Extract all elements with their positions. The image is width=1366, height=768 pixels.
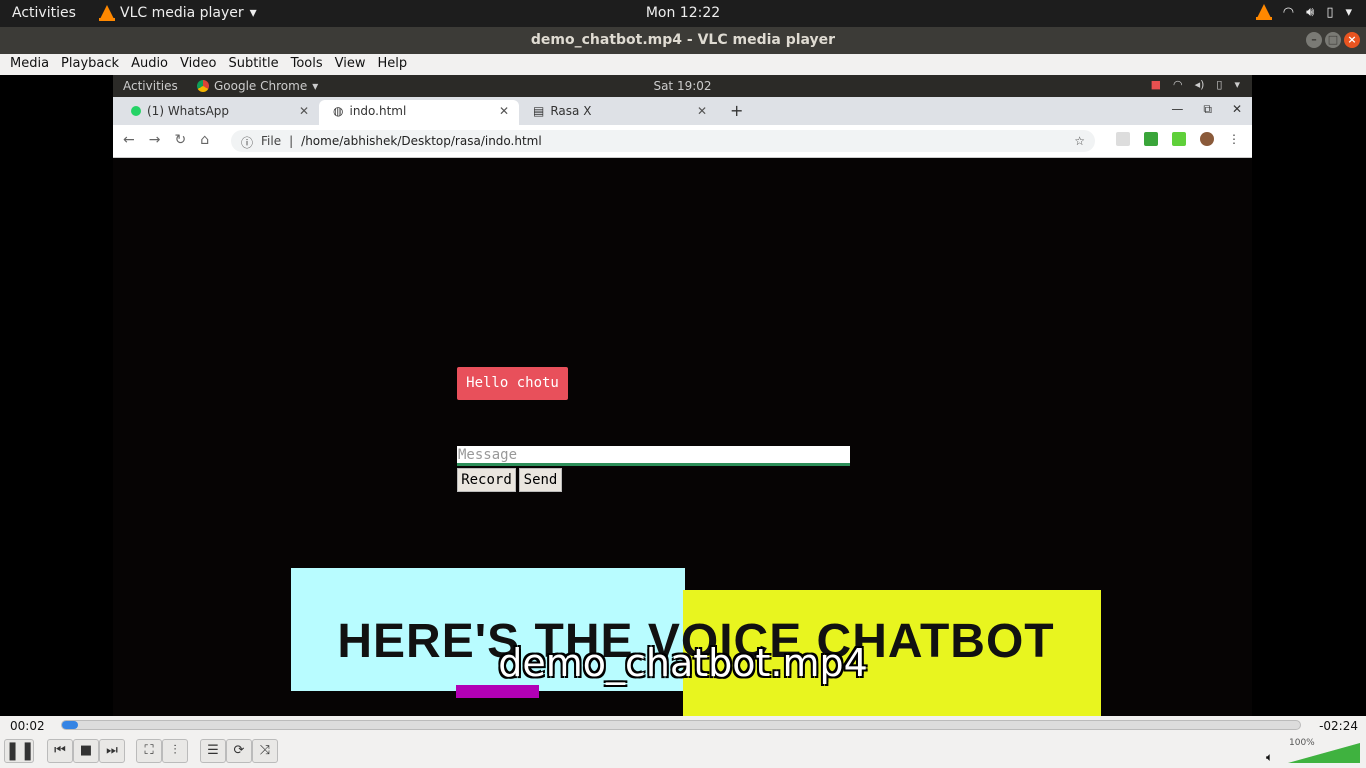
reload-icon: ↻ xyxy=(174,132,187,148)
close-icon: ✕ xyxy=(298,104,309,118)
extension-icon xyxy=(1116,132,1130,146)
home-icon: ⌂ xyxy=(200,132,210,148)
fullscreen-icon[interactable]: ⛶ xyxy=(136,739,162,763)
menu-subtitle[interactable]: Subtitle xyxy=(222,54,284,75)
close-icon: ✕ xyxy=(498,104,509,118)
close-icon[interactable]: × xyxy=(1344,32,1360,48)
video-area[interactable]: Activities Google Chrome ▾ Sat 19:02 ■ ◠… xyxy=(0,75,1366,716)
camera-icon: ■ xyxy=(1150,78,1161,91)
tab-indo: ◍ indo.html ✕ xyxy=(319,100,519,125)
app-menu[interactable]: VLC media player ▾ xyxy=(99,5,257,21)
menu-playback[interactable]: Playback xyxy=(55,54,125,75)
menu-tools[interactable]: Tools xyxy=(285,54,329,75)
extended-settings-icon[interactable]: ⫶ xyxy=(162,739,188,763)
volume-slider[interactable]: 100% xyxy=(1285,738,1360,763)
send-button: Send xyxy=(519,468,562,492)
tab-label: (1) WhatsApp xyxy=(147,104,230,118)
menu-bar: Media Playback Audio Video Subtitle Tool… xyxy=(0,54,1366,75)
browser-tab-strip: (1) WhatsApp ✕ ◍ indo.html ✕ ▤ Rasa X ✕ + … xyxy=(113,97,1252,125)
seek-bar-fill xyxy=(62,721,79,729)
tab-whatsapp: (1) WhatsApp ✕ xyxy=(117,100,319,125)
back-icon: ← xyxy=(123,132,135,148)
vlc-cone-icon xyxy=(99,5,115,21)
window-title-bar: demo_chatbot.mp4 - VLC media player – □ … xyxy=(0,27,1366,54)
recorded-clock: Sat 19:02 xyxy=(653,79,712,93)
bot-message-bubble: Hello chotu xyxy=(457,367,568,400)
wifi-icon: ◠ xyxy=(1172,78,1183,91)
battery-icon: ▯ xyxy=(1326,4,1334,20)
maximize-icon[interactable]: □ xyxy=(1325,32,1341,48)
extension-icon xyxy=(1144,132,1158,146)
minimize-icon: — xyxy=(1171,102,1184,116)
banner-purple-bar xyxy=(456,685,539,698)
previous-icon[interactable]: ⏮ xyxy=(47,739,73,763)
recorded-tray: ■ ◠ ◂) ▯ ▾ xyxy=(1151,78,1240,91)
address-scheme: File xyxy=(261,134,282,148)
window-title: demo_chatbot.mp4 - VLC media player xyxy=(530,32,836,48)
speaker-icon[interactable]: 🔈︎ xyxy=(1266,750,1273,765)
elapsed-time[interactable]: 00:02 xyxy=(10,719,45,733)
pause-icon[interactable]: ❚❚ xyxy=(4,739,35,763)
restore-icon: ⧉ xyxy=(1203,102,1212,116)
info-icon: ⓘ xyxy=(241,136,254,150)
shuffle-icon[interactable]: ⤨ xyxy=(252,739,278,763)
vlc-tray-icon[interactable] xyxy=(1255,4,1272,20)
menu-audio[interactable]: Audio xyxy=(125,54,174,75)
whatsapp-icon xyxy=(131,106,141,116)
close-icon: ✕ xyxy=(1231,102,1242,116)
globe-icon: ◍ xyxy=(333,104,344,118)
record-button: Record xyxy=(457,468,516,492)
tab-label: Rasa X xyxy=(550,104,592,118)
recorded-top-bar: Activities Google Chrome ▾ Sat 19:02 ■ ◠… xyxy=(113,75,1252,97)
stop-icon[interactable]: ■ xyxy=(73,739,99,763)
playlist-icon[interactable]: ☰ xyxy=(200,739,226,763)
next-icon[interactable]: ⏭ xyxy=(99,739,125,763)
minimize-icon[interactable]: – xyxy=(1306,32,1322,48)
address-separator: | xyxy=(289,134,294,148)
menu-view[interactable]: View xyxy=(329,54,372,75)
volume-icon: ◂) xyxy=(1194,78,1205,91)
address-path: /home/abhishek/Desktop/rasa/indo.html xyxy=(301,134,542,148)
loop-icon[interactable]: ⟳ xyxy=(226,739,252,763)
remaining-time[interactable]: -02:24 xyxy=(1319,719,1358,733)
player-controls: 00:02 -02:24 ❚❚ ⏮ ■ ⏭ ⛶ ⫶ ☰ ⟳ ⤨ 🔈︎ 100% xyxy=(0,716,1366,768)
new-tab-icon: + xyxy=(730,101,744,120)
tab-label: indo.html xyxy=(349,104,407,118)
system-top-bar: Activities VLC media player ▾ Mon 12:22 … xyxy=(0,0,1366,27)
osd-filename: demo_chatbot.mp4 xyxy=(498,641,868,685)
volume-percent: 100% xyxy=(1289,738,1315,748)
tab-rasa: ▤ Rasa X ✕ xyxy=(519,100,717,125)
star-icon: ☆ xyxy=(1074,134,1085,148)
chevron-down-icon: ▾ xyxy=(1234,78,1240,91)
close-icon: ✕ xyxy=(696,104,707,118)
chevron-down-icon: ▾ xyxy=(249,5,257,21)
menu-media[interactable]: Media xyxy=(4,54,55,75)
forward-icon: → xyxy=(148,132,161,148)
message-input xyxy=(457,446,850,466)
address-field: ⓘ File | /home/abhishek/Desktop/rasa/ind… xyxy=(231,130,1095,152)
extension-icon xyxy=(1172,132,1186,146)
document-icon: ▤ xyxy=(533,104,545,118)
chatbot-page: Hello chotu Record Send HERE'S THE VOICE… xyxy=(113,159,1252,716)
kebab-menu-icon: ⋮ xyxy=(1228,132,1240,146)
avatar-icon xyxy=(1200,132,1214,146)
wifi-icon: ◠ xyxy=(1282,4,1295,20)
video-frame: Activities Google Chrome ▾ Sat 19:02 ■ ◠… xyxy=(113,75,1252,716)
address-bar-row: ← → ↻ ⌂ ⓘ File | /home/abhishek/Desktop/… xyxy=(113,125,1252,158)
battery-icon: ▯ xyxy=(1216,78,1223,91)
seek-bar[interactable] xyxy=(61,720,1301,730)
menu-help[interactable]: Help xyxy=(372,54,414,75)
system-tray[interactable]: ◠ 🔊︎ ▯ ▾ xyxy=(1255,4,1352,20)
chevron-down-icon: ▾ xyxy=(1345,4,1352,20)
activities-button[interactable]: Activities xyxy=(12,5,76,21)
volume-icon: 🔊︎ xyxy=(1306,4,1315,20)
menu-video[interactable]: Video xyxy=(174,54,222,75)
app-menu-label: VLC media player xyxy=(120,5,244,21)
